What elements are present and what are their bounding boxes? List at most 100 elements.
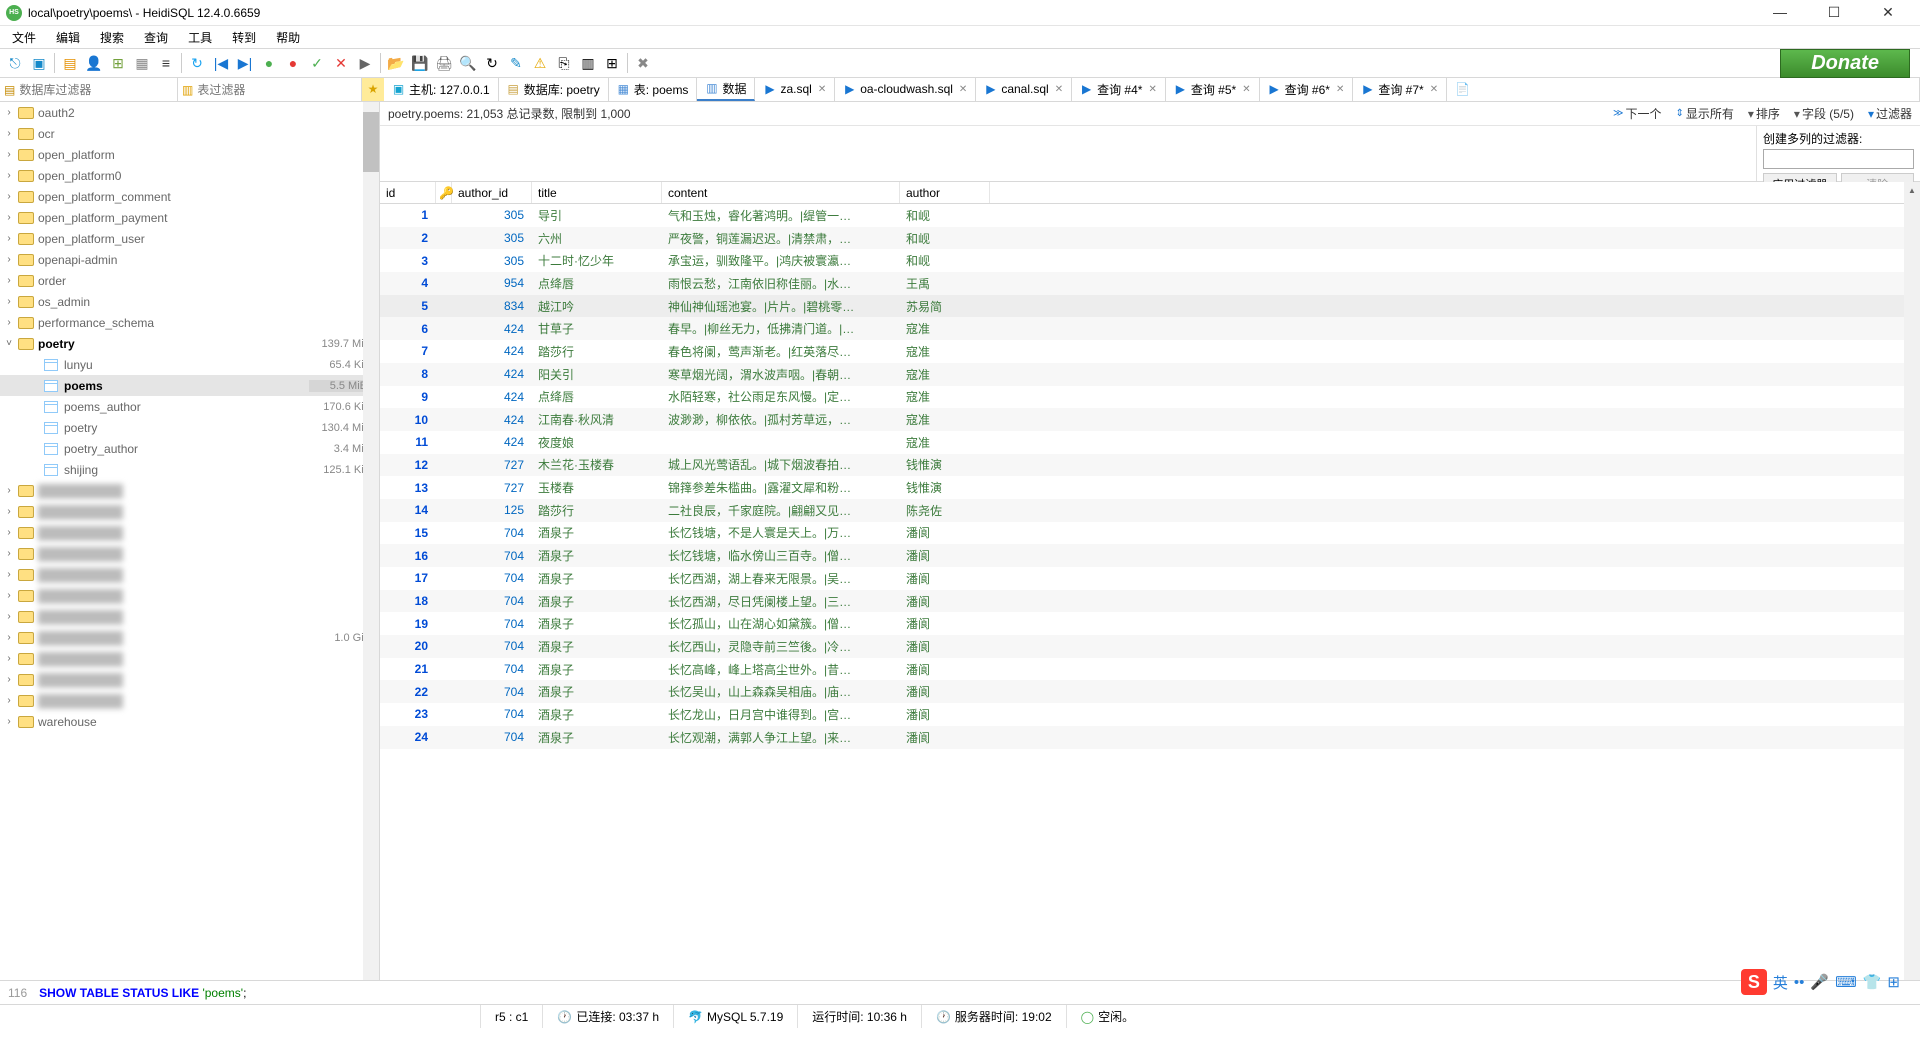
cell[interactable]: 长忆孤山，山在湖心如黛簇。|僧… (662, 615, 900, 632)
sort-button[interactable]: ▾排序 (1748, 105, 1780, 122)
cell[interactable]: 水陌轻寒，社公雨足东风慢。|定… (662, 388, 900, 405)
chevron-right-icon[interactable]: › (0, 317, 18, 328)
cell[interactable]: 24 (380, 730, 436, 744)
new-window-icon[interactable]: ▣ (28, 52, 50, 74)
menu-搜索[interactable]: 搜索 (92, 27, 132, 48)
filter-textarea[interactable] (380, 126, 1756, 181)
tree-item-lunyu[interactable]: lunyu65.4 KiB (0, 354, 379, 375)
cell[interactable]: 钱惟演 (900, 479, 990, 496)
table-row[interactable]: 4 954点绛唇雨恨云愁，江南依旧称佳丽。|水…王禹 (380, 272, 1904, 295)
tree-item-poems[interactable]: poems5.5 MiB (0, 375, 379, 396)
preview-icon[interactable]: 🔍 (457, 52, 479, 74)
cell[interactable]: 潘阆 (900, 729, 990, 746)
chevron-right-icon[interactable]: › (0, 569, 18, 580)
cell[interactable]: 长忆高峰，峰上塔高尘世外。|昔… (662, 661, 900, 678)
tree-item-open_platform[interactable]: ›open_platform (0, 144, 379, 165)
cell[interactable]: 424 (452, 322, 532, 336)
tab-close-icon[interactable]: ✕ (1430, 84, 1438, 95)
back-icon[interactable]: |◀ (210, 52, 232, 74)
cell[interactable]: 潘阆 (900, 683, 990, 700)
db-filter-input[interactable] (19, 83, 129, 97)
cell[interactable]: 长忆西湖，尽日凭阑楼上望。|三… (662, 593, 900, 610)
cell[interactable]: 潘阆 (900, 661, 990, 678)
tree-item-oauth2[interactable]: ›oauth2 (0, 102, 379, 123)
table-row[interactable]: 8 424阳关引寒草烟光阔，渭水波声咽。|春朝…寇准 (380, 363, 1904, 386)
col-author[interactable]: author (900, 182, 990, 203)
table-row[interactable]: 10 424江南春·秋风清波渺渺，柳依依。|孤村芳草远，…寇准 (380, 408, 1904, 431)
table-row[interactable]: 14 125踏莎行二社良辰，千家庭院。|翩翩又见…陈尧佐 (380, 499, 1904, 522)
cell[interactable]: 424 (452, 367, 532, 381)
ime-kbd-icon[interactable]: ⌨ (1835, 973, 1857, 991)
tree-item-os_admin[interactable]: ›os_admin (0, 291, 379, 312)
tab-3[interactable]: ▥数据 (697, 78, 755, 101)
cell[interactable]: 阳关引 (532, 366, 662, 383)
cell[interactable]: 125 (452, 503, 532, 517)
chevron-right-icon[interactable]: › (0, 527, 18, 538)
cell[interactable]: 727 (452, 481, 532, 495)
tree-item-poetry[interactable]: poetry130.4 MiB (0, 417, 379, 438)
cell[interactable]: 和岘 (900, 207, 990, 224)
cell[interactable]: 424 (452, 435, 532, 449)
tab-5[interactable]: ▶oa-cloudwash.sql✕ (835, 78, 976, 101)
cell[interactable]: 305 (452, 254, 532, 268)
export-icon[interactable]: ▤ (59, 52, 81, 74)
tree-item-ocr[interactable]: ›ocr (0, 123, 379, 144)
chevron-right-icon[interactable]: › (0, 275, 18, 286)
tab-close-icon[interactable]: ✕ (1242, 84, 1250, 95)
cell[interactable]: 954 (452, 276, 532, 290)
table-row[interactable]: 5 834越江吟神仙神仙瑶池宴。|片片。|碧桃零…苏易简 (380, 295, 1904, 318)
cell[interactable]: 钱惟演 (900, 456, 990, 473)
cell[interactable]: 神仙神仙瑶池宴。|片片。|碧桃零… (662, 298, 900, 315)
cell[interactable]: 酒泉子 (532, 615, 662, 632)
chevron-right-icon[interactable]: › (0, 107, 18, 118)
ime-menu-icon[interactable]: ⊞ (1887, 973, 1900, 991)
cell[interactable]: 春早。|柳丝无力，低拂清门道。|… (662, 320, 900, 337)
cell[interactable]: 6 (380, 322, 436, 336)
save-icon[interactable]: 💾 (409, 52, 431, 74)
cell[interactable]: 甘草子 (532, 320, 662, 337)
reload-icon[interactable]: ↻ (481, 52, 503, 74)
cell[interactable]: 王禹 (900, 275, 990, 292)
table-row[interactable]: 13 727玉楼春锦箨参差朱槛曲。|露濯文犀和粉…钱惟演 (380, 476, 1904, 499)
cell[interactable]: 16 (380, 549, 436, 563)
cell[interactable]: 4 (380, 276, 436, 290)
tree-item-redacted-5[interactable]: ›██████████ (0, 564, 379, 585)
cell[interactable]: 305 (452, 231, 532, 245)
menu-工具[interactable]: 工具 (180, 27, 220, 48)
commit-icon[interactable]: ✓ (306, 52, 328, 74)
cell[interactable]: 22 (380, 685, 436, 699)
cell[interactable]: 23 (380, 707, 436, 721)
tree-item-open_platform_payment[interactable]: ›open_platform_payment (0, 207, 379, 228)
cell[interactable]: 玉楼春 (532, 479, 662, 496)
col-id[interactable]: id (380, 182, 436, 203)
scroll-up-icon[interactable]: ▲ (1908, 186, 1916, 195)
chevron-right-icon[interactable]: › (0, 212, 18, 223)
chevron-right-icon[interactable]: › (0, 653, 18, 664)
cell[interactable]: 越江吟 (532, 298, 662, 315)
cell[interactable]: 潘阆 (900, 638, 990, 655)
table-scrollbar[interactable]: ▲ (1904, 182, 1920, 980)
cell[interactable]: 点绛唇 (532, 275, 662, 292)
chevron-right-icon[interactable]: › (0, 590, 18, 601)
ime-mic-icon[interactable]: 🎤 (1810, 973, 1829, 991)
tree-item-redacted-7[interactable]: ›██████████ (0, 606, 379, 627)
processes-icon[interactable]: ⊞ (107, 52, 129, 74)
favorites-tab[interactable]: ★ (362, 78, 384, 101)
cell[interactable]: 锦箨参差朱槛曲。|露濯文犀和粉… (662, 479, 900, 496)
menu-转到[interactable]: 转到 (224, 27, 264, 48)
cell[interactable]: 9 (380, 390, 436, 404)
table-row[interactable]: 12 727木兰花·玉楼春城上风光莺语乱。|城下烟波春拍…钱惟演 (380, 454, 1904, 477)
filter-input[interactable] (1763, 149, 1914, 169)
cell[interactable]: 城上风光莺语乱。|城下烟波春拍… (662, 456, 900, 473)
exit-icon[interactable]: ✖ (632, 52, 654, 74)
add-icon[interactable]: ● (258, 52, 280, 74)
cell[interactable]: 气和玉烛，睿化著鸿明。|缇管一… (662, 207, 900, 224)
cell[interactable]: 704 (452, 526, 532, 540)
chevron-right-icon[interactable]: › (0, 128, 18, 139)
next-page-button[interactable]: ≫下一个 (1613, 105, 1661, 122)
chevron-right-icon[interactable]: › (0, 170, 18, 181)
chevron-right-icon[interactable]: › (0, 149, 18, 160)
tab-close-icon[interactable]: ✕ (1336, 84, 1344, 95)
cell[interactable]: 长忆西湖，湖上春来无限景。|吴… (662, 570, 900, 587)
chevron-right-icon[interactable]: › (0, 191, 18, 202)
